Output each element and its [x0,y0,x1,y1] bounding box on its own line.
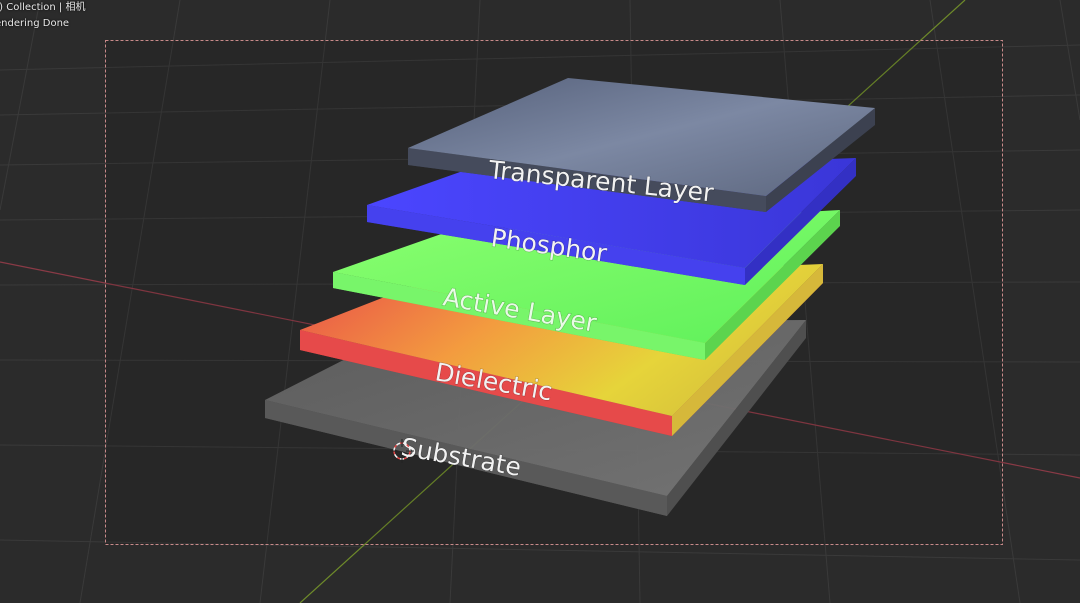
viewport-render-status: endering Done [0,18,70,29]
3d-viewport[interactable]: Substrate Dielectric Active Layer Phosph… [0,0,1080,603]
viewport-collection-text: .) Collection | 相机 [0,2,86,13]
